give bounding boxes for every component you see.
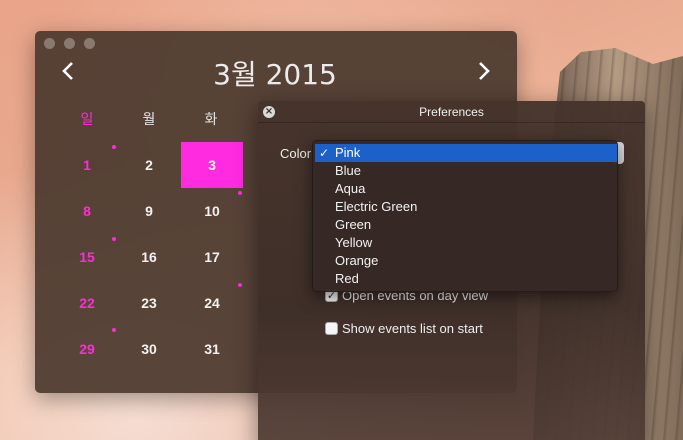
calendar-day[interactable]: 2 [118,142,180,188]
weekday-sunday: 일 [80,112,94,128]
color-dropdown-menu: ✓ Pink Blue Aqua Electric Green Green Ye… [312,140,618,292]
menu-item-aqua[interactable]: Aqua [315,180,617,198]
next-month-button[interactable] [471,55,497,85]
menu-item-green[interactable]: Green [315,216,617,234]
zoom-window-button[interactable] [84,38,95,49]
calendar-day[interactable]: 29 [56,326,118,372]
close-window-button[interactable] [44,38,55,49]
show-events-list-option[interactable]: Show events list on start [325,319,483,337]
calendar-day[interactable]: 8 [56,188,118,234]
preferences-titlebar: × Preferences [258,101,645,123]
event-dot [112,237,116,241]
menu-item-label: Green [335,217,372,232]
menu-item-label: Orange [335,253,379,268]
show-events-list-label: Show events list on start [342,320,483,336]
chevron-right-icon [479,62,490,80]
menu-item-red[interactable]: Red [315,270,617,288]
menu-item-orange[interactable]: Orange [315,252,617,270]
menu-item-label: Red [335,271,359,286]
event-dot [238,283,242,287]
month-title: 3월 2015 [213,58,337,91]
menu-item-label: Electric Green [335,199,418,214]
menu-item-label: Pink [335,145,361,160]
calendar-day[interactable]: 10 [181,188,243,234]
menu-item-yellow[interactable]: Yellow [315,234,617,252]
calendar-day[interactable]: 23 [118,280,180,326]
calendar-day[interactable]: 15 [56,234,118,280]
menu-item-electric-green[interactable]: Electric Green [315,198,617,216]
event-dot [112,145,116,149]
menu-item-label: Aqua [335,181,366,196]
previous-month-button[interactable] [55,55,81,85]
calendar-day[interactable]: 16 [118,234,180,280]
menu-item-pink[interactable]: ✓ Pink [315,144,617,162]
calendar-day[interactable]: 1 [56,142,118,188]
weekday-monday: 월 [142,112,156,128]
calendar-day[interactable]: 22 [56,280,118,326]
menu-item-blue[interactable]: Blue [315,162,617,180]
calendar-day[interactable]: 24 [181,280,243,326]
show-events-list-checkbox[interactable] [325,321,338,335]
calendar-day-today[interactable]: 3 [181,142,243,188]
event-dot [238,191,242,195]
preferences-title: Preferences [419,105,484,119]
calendar-day[interactable]: 30 [118,326,180,372]
calendar-day[interactable]: 9 [118,188,180,234]
weekday-tuesday: 화 [204,112,218,128]
checkmark-icon: ✓ [319,146,330,160]
minimize-window-button[interactable] [64,38,75,49]
calendar-day[interactable]: 17 [181,234,243,280]
color-label: Color [280,146,312,161]
event-dot [112,328,116,332]
calendar-day[interactable]: 31 [181,326,243,372]
menu-item-label: Blue [335,163,362,178]
chevron-left-icon [62,62,73,80]
menu-item-label: Yellow [335,235,373,250]
